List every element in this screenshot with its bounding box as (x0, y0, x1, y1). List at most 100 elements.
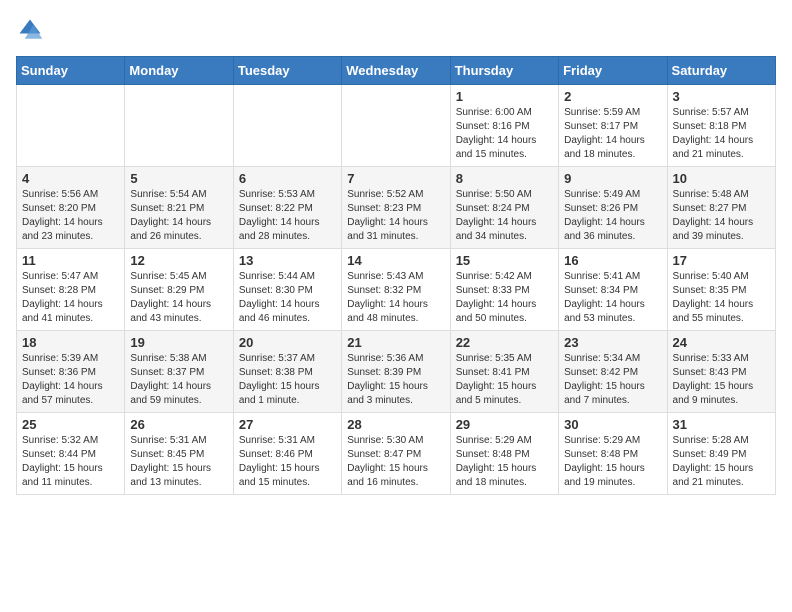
day-number: 26 (130, 417, 227, 432)
day-number: 7 (347, 171, 444, 186)
calendar-cell: 28Sunrise: 5:30 AM Sunset: 8:47 PM Dayli… (342, 413, 450, 495)
calendar-cell: 14Sunrise: 5:43 AM Sunset: 8:32 PM Dayli… (342, 249, 450, 331)
column-header-friday: Friday (559, 57, 667, 85)
calendar-cell: 24 Sunrise: 5:33 AM Sunset: 8:43 PM Dayli… (667, 331, 775, 413)
calendar-row-3: 18Sunrise: 5:39 AM Sunset: 8:36 PM Dayli… (17, 331, 776, 413)
calendar-header-row: SundayMondayTuesdayWednesdayThursdayFrid… (17, 57, 776, 85)
day-number: 9 (564, 171, 661, 186)
calendar-row-1: 4 Sunrise: 5:56 AM Sunset: 8:20 PM Daylig… (17, 167, 776, 249)
calendar-cell: 25Sunrise: 5:32 AM Sunset: 8:44 PM Dayli… (17, 413, 125, 495)
calendar-cell: 10 Sunrise: 5:48 AM Sunset: 8:27 PM Dayli… (667, 167, 775, 249)
calendar-cell: 20 Sunrise: 5:37 AM Sunset: 8:38 PM Dayli… (233, 331, 341, 413)
calendar-cell: 16 Sunrise: 5:41 AM Sunset: 8:34 PM Dayli… (559, 249, 667, 331)
day-number: 16 (564, 253, 661, 268)
calendar-row-4: 25Sunrise: 5:32 AM Sunset: 8:44 PM Dayli… (17, 413, 776, 495)
day-info: Sunrise: 5:54 AM Sunset: 8:21 PM Dayligh… (130, 188, 227, 244)
calendar-cell: 7 Sunrise: 5:52 AM Sunset: 8:23 PM Daylig… (342, 167, 450, 249)
day-info: Sunrise: 5:52 AM Sunset: 8:23 PM Dayligh… (347, 188, 444, 244)
day-number: 5 (130, 171, 227, 186)
calendar-cell: 27 Sunrise: 5:31 AM Sunset: 8:46 PM Dayli… (233, 413, 341, 495)
day-number: 28 (347, 417, 444, 432)
day-number: 20 (239, 335, 336, 350)
day-number: 21 (347, 335, 444, 350)
column-header-wednesday: Wednesday (342, 57, 450, 85)
day-info: Sunrise: 5:40 AM Sunset: 8:35 PM Dayligh… (673, 270, 770, 326)
day-info: Sunrise: 5:48 AM Sunset: 8:27 PM Dayligh… (673, 188, 770, 244)
day-info: Sunrise: 5:47 AM Sunset: 8:28 PM Dayligh… (22, 270, 119, 326)
logo-icon (16, 16, 44, 44)
logo (16, 16, 48, 44)
day-info: Sunrise: 5:32 AM Sunset: 8:44 PM Dayligh… (22, 434, 119, 490)
day-number: 30 (564, 417, 661, 432)
calendar-cell (125, 85, 233, 167)
calendar-cell: 21Sunrise: 5:36 AM Sunset: 8:39 PM Dayli… (342, 331, 450, 413)
column-header-saturday: Saturday (667, 57, 775, 85)
day-info: Sunrise: 5:35 AM Sunset: 8:41 PM Dayligh… (456, 352, 553, 408)
day-number: 13 (239, 253, 336, 268)
day-number: 3 (673, 89, 770, 104)
day-number: 19 (130, 335, 227, 350)
day-number: 2 (564, 89, 661, 104)
calendar-cell: 13 Sunrise: 5:44 AM Sunset: 8:30 PM Dayli… (233, 249, 341, 331)
day-info: Sunrise: 5:41 AM Sunset: 8:34 PM Dayligh… (564, 270, 661, 326)
day-info: Sunrise: 6:00 AM Sunset: 8:16 PM Dayligh… (456, 106, 553, 162)
calendar-cell (233, 85, 341, 167)
day-info: Sunrise: 5:50 AM Sunset: 8:24 PM Dayligh… (456, 188, 553, 244)
day-info: Sunrise: 5:33 AM Sunset: 8:43 PM Dayligh… (673, 352, 770, 408)
day-number: 24 (673, 335, 770, 350)
calendar-row-0: 1 Sunrise: 6:00 AM Sunset: 8:16 PM Daylig… (17, 85, 776, 167)
day-info: Sunrise: 5:38 AM Sunset: 8:37 PM Dayligh… (130, 352, 227, 408)
calendar-cell: 6 Sunrise: 5:53 AM Sunset: 8:22 PM Daylig… (233, 167, 341, 249)
day-info: Sunrise: 5:34 AM Sunset: 8:42 PM Dayligh… (564, 352, 661, 408)
day-number: 17 (673, 253, 770, 268)
calendar-cell: 12 Sunrise: 5:45 AM Sunset: 8:29 PM Dayli… (125, 249, 233, 331)
calendar-cell: 23 Sunrise: 5:34 AM Sunset: 8:42 PM Dayli… (559, 331, 667, 413)
day-info: Sunrise: 5:29 AM Sunset: 8:48 PM Dayligh… (456, 434, 553, 490)
day-info: Sunrise: 5:59 AM Sunset: 8:17 PM Dayligh… (564, 106, 661, 162)
calendar-cell: 18Sunrise: 5:39 AM Sunset: 8:36 PM Dayli… (17, 331, 125, 413)
calendar-cell: 9 Sunrise: 5:49 AM Sunset: 8:26 PM Daylig… (559, 167, 667, 249)
day-number: 10 (673, 171, 770, 186)
calendar-cell: 8Sunrise: 5:50 AM Sunset: 8:24 PM Daylig… (450, 167, 558, 249)
day-number: 11 (22, 253, 119, 268)
day-info: Sunrise: 5:37 AM Sunset: 8:38 PM Dayligh… (239, 352, 336, 408)
calendar-cell: 19 Sunrise: 5:38 AM Sunset: 8:37 PM Dayli… (125, 331, 233, 413)
calendar-cell: 29Sunrise: 5:29 AM Sunset: 8:48 PM Dayli… (450, 413, 558, 495)
calendar-cell: 3 Sunrise: 5:57 AM Sunset: 8:18 PM Daylig… (667, 85, 775, 167)
page-header (16, 16, 776, 44)
column-header-thursday: Thursday (450, 57, 558, 85)
day-info: Sunrise: 5:56 AM Sunset: 8:20 PM Dayligh… (22, 188, 119, 244)
column-header-monday: Monday (125, 57, 233, 85)
day-info: Sunrise: 5:57 AM Sunset: 8:18 PM Dayligh… (673, 106, 770, 162)
calendar-cell: 2 Sunrise: 5:59 AM Sunset: 8:17 PM Daylig… (559, 85, 667, 167)
calendar-cell: 4 Sunrise: 5:56 AM Sunset: 8:20 PM Daylig… (17, 167, 125, 249)
calendar-cell: 5 Sunrise: 5:54 AM Sunset: 8:21 PM Daylig… (125, 167, 233, 249)
day-info: Sunrise: 5:44 AM Sunset: 8:30 PM Dayligh… (239, 270, 336, 326)
calendar-cell: 30 Sunrise: 5:29 AM Sunset: 8:48 PM Dayli… (559, 413, 667, 495)
calendar-cell: 22 Sunrise: 5:35 AM Sunset: 8:41 PM Dayli… (450, 331, 558, 413)
day-info: Sunrise: 5:42 AM Sunset: 8:33 PM Dayligh… (456, 270, 553, 326)
day-number: 31 (673, 417, 770, 432)
day-number: 22 (456, 335, 553, 350)
calendar-cell: 17 Sunrise: 5:40 AM Sunset: 8:35 PM Dayli… (667, 249, 775, 331)
column-header-tuesday: Tuesday (233, 57, 341, 85)
day-info: Sunrise: 5:31 AM Sunset: 8:45 PM Dayligh… (130, 434, 227, 490)
day-info: Sunrise: 5:53 AM Sunset: 8:22 PM Dayligh… (239, 188, 336, 244)
day-number: 1 (456, 89, 553, 104)
day-info: Sunrise: 5:29 AM Sunset: 8:48 PM Dayligh… (564, 434, 661, 490)
day-info: Sunrise: 5:49 AM Sunset: 8:26 PM Dayligh… (564, 188, 661, 244)
day-number: 12 (130, 253, 227, 268)
day-number: 23 (564, 335, 661, 350)
calendar-table: SundayMondayTuesdayWednesdayThursdayFrid… (16, 56, 776, 495)
day-info: Sunrise: 5:28 AM Sunset: 8:49 PM Dayligh… (673, 434, 770, 490)
day-number: 14 (347, 253, 444, 268)
day-number: 15 (456, 253, 553, 268)
day-number: 18 (22, 335, 119, 350)
calendar-cell: 1 Sunrise: 6:00 AM Sunset: 8:16 PM Daylig… (450, 85, 558, 167)
day-info: Sunrise: 5:45 AM Sunset: 8:29 PM Dayligh… (130, 270, 227, 326)
day-info: Sunrise: 5:31 AM Sunset: 8:46 PM Dayligh… (239, 434, 336, 490)
calendar-cell (17, 85, 125, 167)
day-number: 4 (22, 171, 119, 186)
day-number: 27 (239, 417, 336, 432)
day-number: 6 (239, 171, 336, 186)
